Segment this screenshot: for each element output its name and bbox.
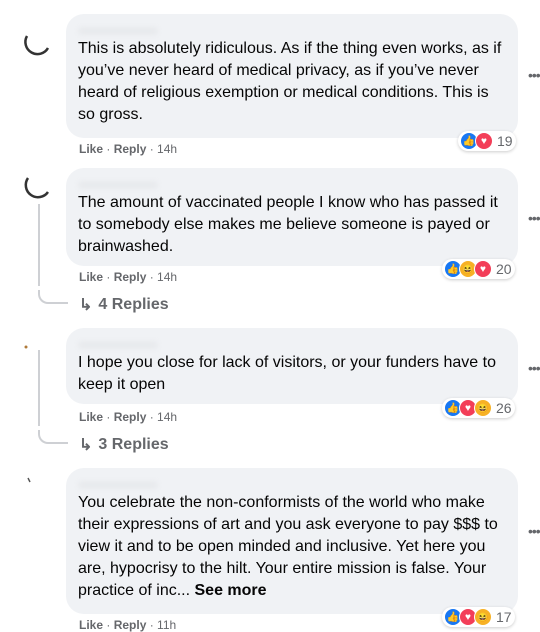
timestamp[interactable]: 14h (157, 410, 177, 424)
thread-line (38, 350, 40, 426)
comment-bubble: This is absolutely ridiculous. As if the… (66, 14, 518, 138)
reactions-summary[interactable]: 👍 ♥ 19 (458, 131, 516, 151)
comment-text: This is absolutely ridiculous. As if the… (78, 40, 502, 123)
like-link[interactable]: Like (79, 410, 103, 424)
avatar[interactable] (22, 26, 54, 58)
comment-bubble: You celebrate the non-conformists of the… (66, 468, 518, 614)
reply-link[interactable]: Reply (114, 410, 147, 424)
comment-text: The amount of vaccinated people I know w… (78, 194, 498, 255)
replies-count: 3 Replies (98, 436, 169, 453)
haha-reaction-icon: 😆 (474, 608, 492, 626)
avatar[interactable] (22, 170, 54, 202)
view-replies-button[interactable]: ↳ 3 Replies (79, 435, 169, 455)
avatar-icon (24, 35, 50, 56)
reply-arrow-icon: ↳ (79, 437, 93, 454)
author-name[interactable] (78, 176, 506, 190)
see-more-link[interactable]: See more (195, 582, 267, 599)
reaction-count: 20 (496, 261, 512, 277)
comment-meta: Like · Reply · 14h (79, 142, 178, 156)
comment-bubble: The amount of vaccinated people I know w… (66, 168, 518, 266)
more-options-icon[interactable]: ••• (528, 360, 540, 376)
avatar-icon (24, 177, 50, 199)
view-replies-button[interactable]: ↳ 4 Replies (79, 295, 169, 315)
like-link[interactable]: Like (79, 142, 103, 156)
thread-line (38, 204, 40, 286)
replies-count: 4 Replies (98, 296, 169, 313)
avatar[interactable] (22, 470, 54, 502)
comment-meta: Like · Reply · 14h (79, 270, 178, 284)
more-options-icon[interactable]: ••• (528, 67, 540, 83)
timestamp[interactable]: 14h (157, 142, 177, 156)
love-reaction-icon: ♥ (475, 132, 493, 150)
thread-curve (38, 290, 68, 304)
author-name[interactable] (78, 336, 506, 350)
reaction-count: 17 (496, 609, 512, 625)
comment-meta: Like · Reply · 14h (79, 410, 178, 424)
reaction-count: 19 (497, 133, 513, 149)
author-name[interactable] (78, 22, 506, 36)
comment-text: You celebrate the non-conformists of the… (78, 494, 498, 599)
reactions-summary[interactable]: 👍 😆 ♥ 20 (442, 259, 515, 279)
haha-reaction-icon: 😆 (474, 399, 492, 417)
reply-link[interactable]: Reply (114, 142, 147, 156)
author-name[interactable] (78, 476, 506, 490)
reactions-summary[interactable]: 👍 ♥ 😆 26 (442, 398, 515, 418)
like-link[interactable]: Like (79, 270, 103, 284)
reply-arrow-icon: ↳ (79, 297, 93, 314)
thread-curve (38, 430, 68, 444)
reaction-count: 26 (496, 400, 512, 416)
love-reaction-icon: ♥ (474, 260, 492, 278)
avatar-icon (27, 477, 31, 483)
reactions-summary[interactable]: 👍 ♥ 😆 17 (442, 607, 515, 627)
comment-text: I hope you close for lack of visitors, o… (78, 354, 496, 393)
more-options-icon[interactable]: ••• (528, 210, 540, 226)
reply-link[interactable]: Reply (114, 270, 147, 284)
timestamp[interactable]: 14h (157, 270, 177, 284)
comment-bubble: I hope you close for lack of visitors, o… (66, 328, 518, 404)
more-options-icon[interactable]: ••• (528, 523, 540, 539)
